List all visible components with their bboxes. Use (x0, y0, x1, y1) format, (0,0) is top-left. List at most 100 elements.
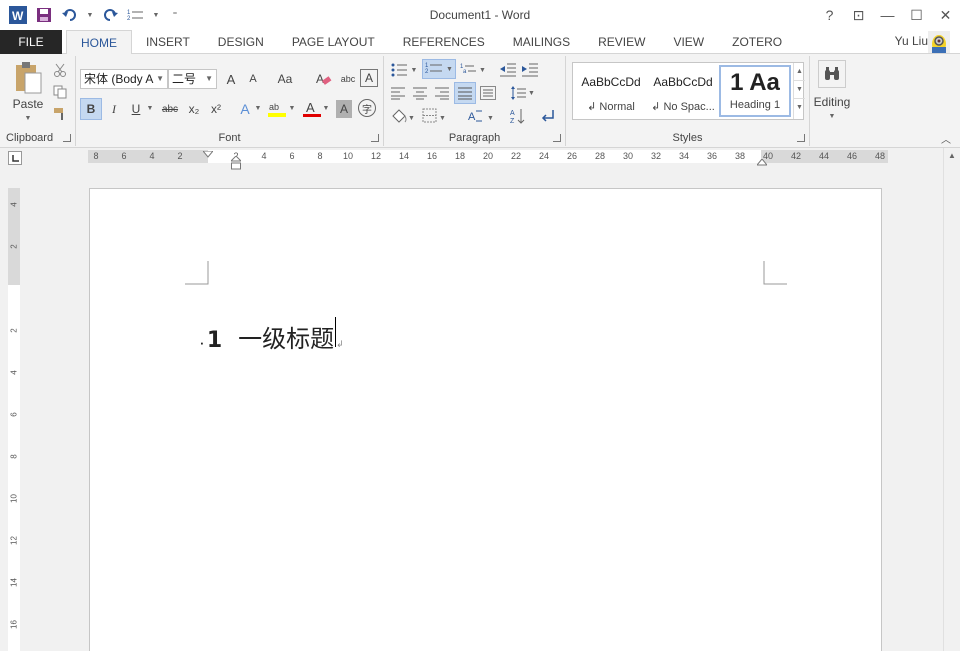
scroll-up-icon[interactable]: ▲ (794, 63, 805, 81)
italic-button[interactable]: I (104, 98, 124, 120)
more-styles-icon[interactable]: ▼ (794, 99, 805, 117)
first-line-indent-marker[interactable] (201, 148, 215, 158)
ruler-tick-label: 42 (790, 151, 802, 161)
cut-icon[interactable] (52, 62, 68, 78)
styles-launcher-icon[interactable] (797, 134, 805, 142)
highlight-icon[interactable]: ab (266, 98, 288, 120)
chinese-layout-icon[interactable]: A ▼ (466, 106, 496, 126)
paragraph-launcher-icon[interactable] (553, 134, 561, 142)
font-name-value: 宋体 (Body A (84, 72, 154, 86)
align-center-icon[interactable] (410, 83, 430, 103)
scroll-up-arrow-icon[interactable]: ▲ (944, 148, 960, 164)
font-size-combo[interactable]: 二号 ▼ (168, 69, 217, 89)
margin-corner-top-right (763, 261, 787, 285)
tab-mailings[interactable]: MAILINGS (499, 30, 584, 54)
left-indent-marker[interactable] (229, 155, 243, 170)
style-normal[interactable]: AaBbCcDd ↲ Normal (575, 65, 647, 117)
right-indent-marker[interactable] (755, 156, 769, 166)
sort-icon[interactable]: AZ (508, 106, 528, 126)
tab-selector[interactable] (8, 151, 22, 165)
styles-gallery: AaBbCcDd ↲ Normal AaBbCcDd ↲ No Spac... … (572, 62, 805, 120)
vertical-ruler-tick-label: 16 (9, 620, 19, 629)
copy-icon[interactable] (52, 84, 68, 100)
bullets-dropdown-icon[interactable]: ▼ (410, 64, 418, 76)
increase-indent-icon[interactable] (520, 60, 540, 80)
user-name[interactable]: Yu Liu (895, 34, 928, 48)
tab-design[interactable]: DESIGN (204, 30, 278, 54)
tab-home[interactable]: HOME (66, 30, 132, 55)
character-shading-button[interactable]: A (336, 100, 352, 118)
style-no-spacing[interactable]: AaBbCcDd ↲ No Spac... (647, 65, 719, 117)
vertical-ruler-tick-label: 4 (9, 370, 19, 375)
ruler-tick-label: 38 (734, 151, 746, 161)
change-case-button[interactable]: Aa (270, 69, 300, 89)
heading-1-paragraph[interactable]: · 1 一级标题 ↲ (200, 317, 344, 354)
font-launcher-icon[interactable] (371, 134, 379, 142)
align-left-icon[interactable] (388, 83, 408, 103)
character-border-icon[interactable]: A (360, 69, 378, 87)
vertical-ruler-tick-label: 4 (9, 202, 19, 207)
justify-icon[interactable] (454, 82, 476, 104)
clipboard-launcher-icon[interactable] (63, 134, 71, 142)
subscript-button[interactable]: x₂ (184, 98, 204, 120)
svg-text:A: A (468, 111, 476, 123)
font-color-dropdown-icon[interactable]: ▼ (322, 102, 330, 114)
svg-text:▼: ▼ (479, 67, 486, 74)
svg-text:A: A (316, 72, 324, 86)
bullets-icon[interactable] (388, 60, 410, 80)
text-effects-button[interactable]: A (236, 98, 254, 120)
bold-button[interactable]: B (80, 98, 102, 120)
strikethrough-button[interactable]: abc (158, 98, 182, 120)
tab-zotero[interactable]: ZOTERO (718, 30, 796, 54)
tab-review[interactable]: REVIEW (584, 30, 659, 54)
ribbon-display-options-button[interactable]: ⊡ (844, 0, 873, 30)
clear-formatting-icon[interactable]: A (314, 69, 334, 89)
tab-page-layout[interactable]: PAGE LAYOUT (278, 30, 389, 54)
vertical-ruler[interactable]: 4 2 2 4 6 8 10 12 14 16 (8, 188, 20, 651)
text-effects-dropdown-icon[interactable]: ▼ (254, 102, 262, 114)
help-button[interactable]: ? (815, 0, 844, 30)
paste-dropdown-icon[interactable]: ▼ (22, 114, 34, 122)
minimize-button[interactable]: — (873, 0, 902, 30)
underline-dropdown-icon[interactable]: ▼ (146, 102, 154, 114)
scroll-down-icon[interactable]: ▼ (794, 81, 805, 99)
ribbon-tabs: FILE HOME INSERT DESIGN PAGE LAYOUT REFE… (0, 30, 960, 55)
grow-font-button[interactable]: A (222, 69, 240, 89)
collapse-ribbon-icon[interactable]: ︿ (938, 132, 954, 146)
decrease-indent-icon[interactable] (498, 60, 518, 80)
tab-view[interactable]: VIEW (659, 30, 718, 54)
style-heading-1[interactable]: 1 Aa Heading 1 (719, 65, 791, 117)
underline-button[interactable]: U (126, 98, 146, 120)
style-sample: AaBbCcDd (653, 75, 713, 89)
numbering-icon[interactable]: 1 2 ▼ (422, 59, 456, 79)
document-page[interactable]: · 1 一级标题 ↲ (89, 188, 882, 651)
vertical-ruler-tick-label: 12 (9, 536, 19, 545)
ruler-tick-label: 36 (706, 151, 718, 161)
close-button[interactable]: ✕ (931, 0, 960, 30)
paste-icon[interactable] (8, 60, 48, 96)
paste-button[interactable]: Paste (6, 96, 50, 112)
phonetic-guide-icon[interactable]: abc (338, 69, 358, 89)
tab-references[interactable]: REFERENCES (389, 30, 499, 54)
borders-icon[interactable]: ▼ (420, 106, 448, 126)
superscript-button[interactable]: x² (206, 98, 226, 120)
align-right-icon[interactable] (432, 83, 452, 103)
tab-insert[interactable]: INSERT (132, 30, 204, 54)
tab-file[interactable]: FILE (0, 30, 62, 54)
show-hide-marks-icon[interactable] (538, 106, 558, 126)
styles-group: AaBbCcDd ↲ Normal AaBbCcDd ↲ No Spac... … (566, 56, 810, 146)
multilevel-list-icon[interactable]: 1 a ▼ (458, 60, 488, 80)
font-name-combo[interactable]: 宋体 (Body A ▼ (80, 69, 168, 89)
maximize-button[interactable]: ☐ (902, 0, 931, 30)
highlight-dropdown-icon[interactable]: ▼ (288, 102, 296, 114)
shading-icon[interactable]: ▼ (388, 106, 416, 126)
font-color-icon[interactable]: A (302, 98, 322, 120)
enclose-characters-button[interactable]: 字 (358, 99, 376, 117)
vertical-scrollbar[interactable]: ▲ (943, 148, 960, 651)
line-spacing-icon[interactable]: ▼ (508, 83, 536, 103)
format-painter-icon[interactable] (52, 106, 68, 122)
editing-group[interactable]: Editing ▼ (810, 56, 854, 146)
shrink-font-button[interactable]: A (244, 69, 262, 89)
avatar[interactable] (928, 31, 950, 53)
distributed-icon[interactable] (478, 83, 498, 103)
